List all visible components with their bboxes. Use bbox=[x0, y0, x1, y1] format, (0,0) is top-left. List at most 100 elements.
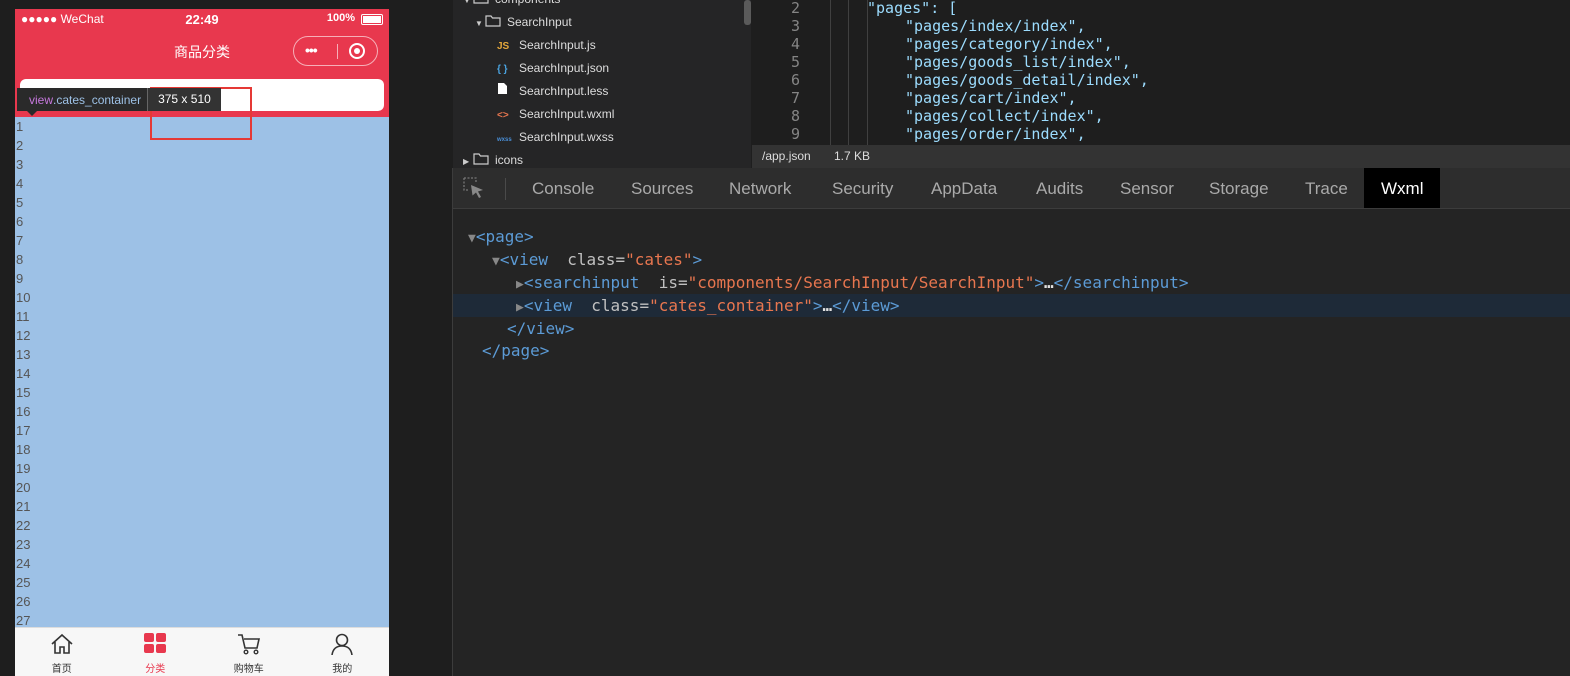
editor-status-bar: /app.json 1.7 KB bbox=[752, 145, 1570, 168]
tree-item-label: SearchInput.wxss bbox=[519, 130, 614, 144]
list-item: 11 bbox=[16, 309, 30, 324]
list-item: 15 bbox=[16, 385, 31, 400]
wxml-file-icon: <> bbox=[497, 110, 509, 121]
list-item: 25 bbox=[16, 575, 31, 590]
tooltip-arrow bbox=[27, 111, 37, 116]
close-target-icon[interactable] bbox=[349, 43, 365, 59]
code-line: "pages": [ bbox=[867, 0, 958, 17]
list-item: 17 bbox=[16, 423, 31, 438]
indent-guide bbox=[830, 0, 831, 145]
tree-item-label: SearchInput.wxml bbox=[519, 107, 615, 121]
code-line: "pages/order/index", bbox=[905, 125, 1086, 143]
file-path: /app.json bbox=[762, 149, 811, 163]
tree-item[interactable]: ▼ SearchInput bbox=[475, 11, 572, 34]
tab-audits[interactable]: Audits bbox=[1036, 168, 1083, 208]
list-item: 23 bbox=[16, 537, 31, 552]
code-editor[interactable]: 2 "pages": [3 "pages/index/index", 4 "pages/… bbox=[752, 0, 1570, 145]
category-grid-icon bbox=[144, 633, 167, 653]
list-item: 6 bbox=[16, 214, 24, 229]
collapse-triangle-icon[interactable]: ▼ bbox=[492, 254, 500, 269]
folder-icon bbox=[473, 153, 489, 165]
devtools-tabs: Console Sources Network Security AppData Audi… bbox=[453, 168, 1570, 209]
status-bar: ●●●●● WeChat 22:49 100% bbox=[15, 9, 389, 29]
tab-network[interactable]: Network bbox=[729, 168, 791, 208]
wxml-node-searchinput[interactable]: ▶<searchinput is="components/SearchInput… bbox=[453, 271, 1570, 294]
tree-item[interactable]: <> SearchInput.wxml bbox=[497, 103, 614, 126]
list-item: 19 bbox=[16, 461, 31, 476]
tab-category[interactable]: 分类 bbox=[109, 628, 203, 676]
line-number: 9 bbox=[790, 125, 800, 143]
tree-item[interactable]: wxss SearchInput.wxss bbox=[497, 126, 614, 149]
tree-item[interactable]: SearchInput.less bbox=[497, 80, 608, 103]
tree-item[interactable]: JS SearchInput.js bbox=[497, 34, 596, 57]
tab-bar: 首页 分类 购物车 我的 bbox=[15, 627, 389, 676]
code-line: "pages/category/index", bbox=[905, 35, 1113, 53]
list-item: 10 bbox=[16, 290, 31, 305]
code-line: "pages/goods_list/index", bbox=[905, 53, 1131, 71]
line-number: 5 bbox=[790, 53, 800, 71]
folder-icon bbox=[473, 0, 489, 4]
wxml-node-cates-container[interactable]: ▶<view class="cates_container">…</view> bbox=[453, 294, 1570, 317]
line-number: 6 bbox=[790, 71, 800, 89]
tab-label: 分类 bbox=[145, 664, 166, 675]
home-icon bbox=[51, 633, 73, 654]
expand-triangle-icon[interactable]: ▶ bbox=[516, 300, 524, 315]
list-item: 18 bbox=[16, 442, 31, 457]
json-file-icon: { } bbox=[497, 64, 508, 75]
tab-security[interactable]: Security bbox=[832, 168, 893, 208]
tab-storage[interactable]: Storage bbox=[1209, 168, 1269, 208]
tree-item-label: icons bbox=[495, 153, 524, 167]
file-tree-scrollbar[interactable] bbox=[744, 0, 751, 25]
devtools-panel: Console Sources Network Security AppData Audi… bbox=[452, 168, 1570, 676]
capsule-divider bbox=[337, 44, 338, 59]
more-dots-icon[interactable]: ••• bbox=[305, 43, 329, 57]
file-size: 1.7 KB bbox=[834, 149, 871, 163]
cart-icon bbox=[237, 634, 260, 655]
code-line: "pages/cart/index", bbox=[905, 89, 1077, 107]
inspect-tooltip: view .cates_container 375 x 510 bbox=[17, 88, 221, 111]
tab-label: 我的 bbox=[332, 664, 353, 675]
list-item: 14 bbox=[16, 366, 31, 381]
tooltip-tag: view bbox=[29, 92, 54, 107]
wxml-close-page: </page> bbox=[482, 341, 550, 360]
tab-cart[interactable]: 购物车 bbox=[202, 628, 296, 676]
tab-home[interactable]: 首页 bbox=[15, 628, 109, 676]
wxml-close-view: </view> bbox=[507, 319, 575, 338]
list-item: 22 bbox=[16, 518, 31, 533]
chevron-down-icon[interactable]: ▼ bbox=[475, 12, 485, 35]
tab-console[interactable]: Console bbox=[532, 168, 594, 208]
tab-label: 购物车 bbox=[233, 664, 264, 675]
list-item: 8 bbox=[16, 252, 24, 267]
line-number: 2 bbox=[790, 0, 800, 17]
tab-wxml[interactable]: Wxml bbox=[1364, 168, 1441, 208]
code-line: "pages/goods_detail/index", bbox=[905, 71, 1149, 89]
tree-item-label: components bbox=[495, 0, 560, 6]
tree-item-label: SearchInput.js bbox=[519, 38, 596, 52]
expand-triangle-icon[interactable]: ▶ bbox=[516, 277, 524, 292]
chevron-down-icon[interactable]: ▼ bbox=[463, 0, 473, 12]
tree-item[interactable]: ▼ components bbox=[463, 0, 560, 11]
tab-mine[interactable]: 我的 bbox=[296, 628, 390, 676]
line-number: 8 bbox=[790, 107, 800, 125]
tab-label: 首页 bbox=[51, 664, 72, 675]
wxml-node-page[interactable]: ▼<page> bbox=[453, 225, 1570, 248]
wxml-node-view-cates[interactable]: ▼<view class="cates"> bbox=[453, 248, 1570, 271]
folder-icon bbox=[485, 15, 501, 27]
tab-sensor[interactable]: Sensor bbox=[1120, 168, 1174, 208]
inspect-element-icon[interactable] bbox=[462, 176, 486, 200]
battery-icon bbox=[361, 14, 383, 25]
tab-appdata[interactable]: AppData bbox=[931, 168, 997, 208]
tab-sources[interactable]: Sources bbox=[631, 168, 693, 208]
indent-guide bbox=[867, 0, 868, 145]
list-item: 20 bbox=[16, 480, 31, 495]
tab-trace[interactable]: Trace bbox=[1305, 168, 1348, 208]
code-line: "pages/index/index", bbox=[905, 17, 1086, 35]
tree-item[interactable]: { } SearchInput.json bbox=[497, 57, 609, 80]
line-number: 4 bbox=[790, 35, 800, 53]
list-item: 4 bbox=[16, 176, 24, 191]
collapse-triangle-icon[interactable]: ▼ bbox=[468, 231, 476, 246]
code-line: "pages/collect/index", bbox=[905, 107, 1104, 125]
cates-container: 1 2 3 4 5 6 7 8 9 10 11 12 13 14 15 16 17 18 19 20 21 22 23 24 2… bbox=[15, 117, 389, 627]
phone-simulator: ●●●●● WeChat 22:49 100% 商品分类 ••• 12 3 4 5 6 7… bbox=[15, 9, 389, 676]
battery-percent: 100% bbox=[326, 12, 355, 24]
